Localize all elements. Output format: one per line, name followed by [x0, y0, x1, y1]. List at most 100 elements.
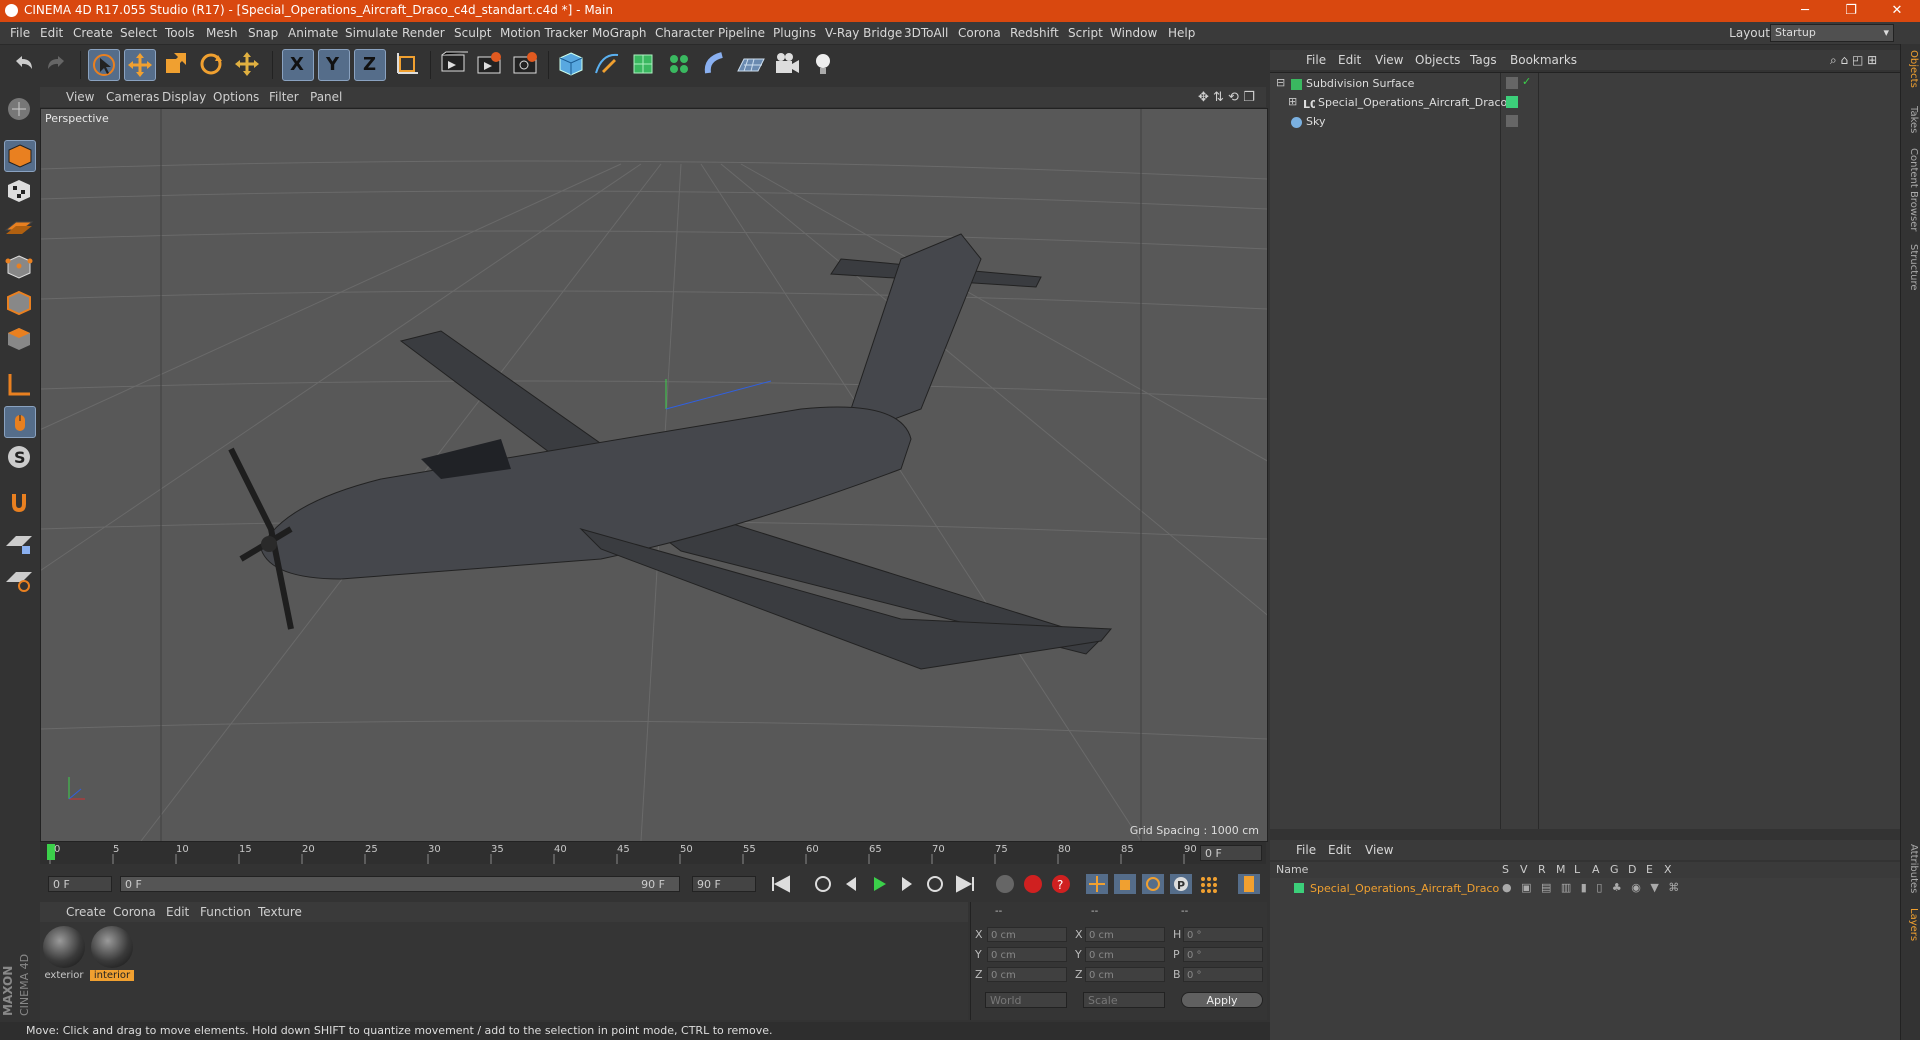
record-active-objects-icon[interactable] — [1020, 872, 1046, 896]
layer-color-swatch[interactable] — [1294, 883, 1304, 893]
axis-mode-icon[interactable] — [4, 370, 34, 400]
menu-script[interactable]: Script — [1068, 26, 1103, 40]
layer-column-xref[interactable]: X — [1664, 863, 1672, 876]
start-frame-field[interactable]: 0 F — [48, 876, 112, 892]
points-mode-icon[interactable] — [4, 252, 34, 282]
make-editable-icon[interactable] — [4, 94, 34, 124]
previous-frame-icon[interactable] — [838, 872, 864, 896]
coordinate-space-dropdown[interactable]: World — [985, 992, 1067, 1008]
edit-render-settings-icon[interactable] — [510, 49, 540, 79]
viewport-menu-display[interactable]: Display — [162, 90, 206, 104]
layer-column-name[interactable]: Name — [1276, 863, 1308, 876]
tab-layers[interactable]: Layers — [1903, 908, 1919, 941]
tweak-mode-icon[interactable] — [4, 406, 36, 438]
menu-render[interactable]: Render — [402, 26, 445, 40]
menu-edit[interactable]: Edit — [40, 26, 63, 40]
x-axis-lock-button[interactable]: X — [282, 49, 314, 81]
layer-column-deformers[interactable]: D — [1628, 863, 1636, 876]
render-to-picture-viewer-icon[interactable] — [474, 49, 504, 79]
go-to-end-icon[interactable] — [952, 872, 978, 896]
layer-menu-file[interactable]: File — [1296, 843, 1316, 857]
layer-menu-edit[interactable]: Edit — [1328, 843, 1351, 857]
minimize-button[interactable]: ─ — [1782, 0, 1828, 22]
size-x-field[interactable]: 0 cm — [1085, 927, 1165, 942]
material-menu-create[interactable]: Create — [66, 905, 106, 919]
menu-simulate[interactable]: Simulate — [345, 26, 398, 40]
model-mode-icon[interactable] — [4, 140, 36, 172]
layer-column-generators[interactable]: G — [1610, 863, 1619, 876]
editor-visibility-toggle[interactable] — [1506, 77, 1518, 89]
layer-row[interactable]: Special_Operations_Aircraft_Draco ● ▣ ▤ … — [1270, 880, 1900, 899]
edges-mode-icon[interactable] — [4, 288, 34, 318]
material-menu-edit[interactable]: Edit — [166, 905, 189, 919]
menu-animate[interactable]: Animate — [288, 26, 338, 40]
play-icon[interactable] — [866, 872, 892, 896]
menu-corona[interactable]: Corona — [958, 26, 1001, 40]
layout-dropdown[interactable]: Startup ▾ — [1770, 24, 1894, 42]
object-row-sky[interactable]: Sky — [1270, 113, 1900, 132]
next-frame-icon[interactable] — [894, 872, 920, 896]
pen-spline-icon[interactable] — [592, 49, 622, 79]
size-y-field[interactable]: 0 cm — [1085, 947, 1165, 962]
menu-create[interactable]: Create — [73, 26, 113, 40]
viewport-menu-panel[interactable]: Panel — [310, 90, 342, 104]
material-menu-corona[interactable]: Corona — [113, 905, 156, 919]
cube-icon[interactable] — [556, 49, 586, 79]
motion-path-icon[interactable] — [992, 872, 1018, 896]
autokeying-icon[interactable]: ? — [1048, 872, 1074, 896]
menu-3dtoall[interactable]: 3DToAll — [904, 26, 948, 40]
material-interior[interactable]: interior — [90, 926, 134, 986]
viewport-menu-view[interactable]: View — [66, 90, 94, 104]
end-frame-field[interactable]: 90 F — [692, 876, 756, 892]
menu-pipeline[interactable]: Pipeline — [718, 26, 765, 40]
material-menu-texture[interactable]: Texture — [258, 905, 302, 919]
menu-motion-tracker[interactable]: Motion Tracker — [500, 26, 588, 40]
locked-workplane-icon[interactable] — [4, 528, 34, 558]
menu-vray-bridge[interactable]: V-Ray Bridge — [825, 26, 902, 40]
transform-tool-icon[interactable] — [232, 49, 262, 79]
timeline-window-icon[interactable] — [1236, 872, 1262, 896]
layer-column-manager[interactable]: M — [1556, 863, 1566, 876]
object-row-aircraft[interactable]: ⊞ L0 Special_Operations_Aircraft_Draco — [1270, 94, 1900, 113]
texture-mode-icon[interactable] — [4, 176, 34, 206]
menu-plugins[interactable]: Plugins — [773, 26, 816, 40]
object-menu-file[interactable]: File — [1306, 53, 1326, 67]
search-icon[interactable]: ⌕ ⌂ ◰ ⊞ — [1830, 53, 1877, 68]
tab-structure[interactable]: Structure — [1903, 244, 1919, 291]
rotation-h-field[interactable]: 0 ° — [1183, 927, 1263, 942]
editor-visibility-toggle[interactable] — [1506, 115, 1518, 127]
menu-character[interactable]: Character — [655, 26, 714, 40]
coordinate-system-icon[interactable] — [392, 49, 422, 79]
redo-icon[interactable] — [42, 49, 72, 79]
position-y-field[interactable]: 0 cm — [987, 947, 1067, 962]
next-key-icon[interactable] — [922, 872, 948, 896]
position-x-field[interactable]: 0 cm — [987, 927, 1067, 942]
layer-flags-icon[interactable]: ● ▣ ▤ ▥ ▮ ▯ ♣ ◉ ▼ ⌘ — [1502, 881, 1682, 894]
layer-color-swatch[interactable] — [1506, 96, 1518, 108]
perspective-viewport[interactable]: Perspective Grid Spacing : 1000 cm — [40, 108, 1268, 842]
layer-column-render[interactable]: R — [1538, 863, 1546, 876]
deformer-bend-icon[interactable] — [700, 49, 730, 79]
object-menu-view[interactable]: View — [1375, 53, 1403, 67]
object-menu-objects[interactable]: Objects — [1415, 53, 1460, 67]
go-to-start-icon[interactable] — [768, 872, 794, 896]
polygons-mode-icon[interactable] — [4, 324, 34, 354]
menu-redshift[interactable]: Redshift — [1010, 26, 1059, 40]
camera-icon[interactable] — [772, 49, 802, 79]
frame-range-slider[interactable]: 0 F 90 F — [120, 876, 680, 892]
y-axis-lock-button[interactable]: Y — [318, 49, 350, 81]
menu-help[interactable]: Help — [1168, 26, 1195, 40]
workplane-mode-icon[interactable] — [4, 212, 34, 242]
render-view-icon[interactable] — [438, 49, 468, 79]
menu-tools[interactable]: Tools — [165, 26, 195, 40]
apply-button[interactable]: Apply — [1181, 992, 1263, 1008]
magnet-icon[interactable] — [4, 488, 34, 518]
viewport-menu-cameras[interactable]: Cameras — [106, 90, 159, 104]
close-button[interactable]: ✕ — [1874, 0, 1920, 22]
light-icon[interactable] — [808, 49, 838, 79]
layer-column-visible[interactable]: V — [1520, 863, 1528, 876]
position-z-field[interactable]: 0 cm — [987, 967, 1067, 982]
viewport-menu-options[interactable]: Options — [213, 90, 259, 104]
layer-column-animation[interactable]: A — [1592, 863, 1600, 876]
record-position-icon[interactable] — [1084, 872, 1110, 896]
